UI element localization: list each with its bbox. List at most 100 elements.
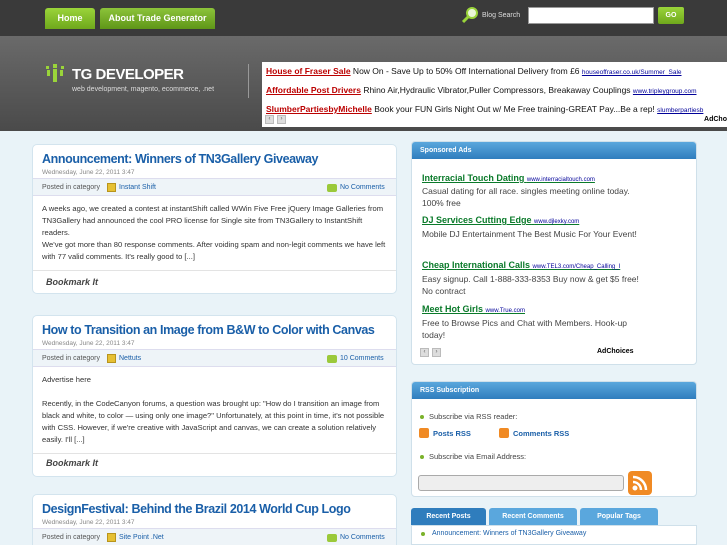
category-link[interactable]: Site Point .Net <box>119 534 164 541</box>
comments-link[interactable]: 10 Comments <box>340 355 384 362</box>
top-ad-3-url[interactable]: slumberpartiesb <box>657 107 703 114</box>
bookmark-link[interactable]: Bookmark It <box>46 458 98 468</box>
comment-icon <box>327 355 337 363</box>
sponsored-ad-desc: Casual dating for all race. singles meet… <box>422 186 630 208</box>
ad-prev-icon[interactable]: ‹ <box>420 348 429 357</box>
post-meta-label: Posted in category <box>42 534 100 541</box>
sponsored-ad-desc: Easy signup. Call 1-888-333-8353 Buy now… <box>422 274 639 296</box>
sponsored-ad-title-text[interactable]: DJ Services Cutting Edge <box>422 215 532 225</box>
top-ad-1: House of Fraser Sale Now On - Save Up to… <box>266 66 682 76</box>
top-ad-1-title[interactable]: House of Fraser Sale <box>266 66 351 76</box>
post-date: Wednesday, June 22, 2011 3:47 <box>42 519 135 526</box>
tab-recent-posts[interactable]: Recent Posts <box>411 508 486 525</box>
email-subscribe-text: Subscribe via Email Address: <box>429 452 527 461</box>
sponsored-ad-url[interactable]: www.interracialtouch.com <box>527 177 595 183</box>
nav-home-tab[interactable]: Home <box>45 8 95 29</box>
post-title[interactable]: How to Transition an Image from B&W to C… <box>42 323 375 337</box>
header-divider <box>248 64 249 98</box>
post-meta: Posted in category Site Point .Net No Co… <box>33 528 396 545</box>
rss-reader-text: Subscribe via RSS reader: <box>429 412 518 421</box>
comments-link[interactable]: No Comments <box>340 184 385 191</box>
top-ad-3-text: Book your FUN Girls Night Out w/ Me Free… <box>371 104 658 114</box>
logo-icon <box>46 64 64 82</box>
ad-next-icon[interactable]: › <box>277 115 286 124</box>
top-ad-2-url[interactable]: www.tripleygroup.com <box>633 88 697 95</box>
post-excerpt: Advertise here Recently, in the CodeCany… <box>42 375 385 444</box>
post-card: DesignFestival: Behind the Brazil 2014 W… <box>32 494 397 545</box>
sponsored-ad-title-text[interactable]: Meet Hot Girls <box>422 304 483 314</box>
rss-icon <box>499 428 509 438</box>
recent-post-link[interactable]: Announcement: Winners of TN3Gallery Give… <box>432 530 586 537</box>
rss-glyph-icon <box>632 475 648 491</box>
post-excerpt: A weeks ago, we created a contest at ins… <box>42 204 386 261</box>
sponsored-ad-url[interactable]: www.djlexky.com <box>534 219 579 225</box>
sponsored-ad-url[interactable]: www.True.com <box>486 308 525 314</box>
sponsored-ad-title[interactable]: Meet Hot Girls www.True.com <box>422 304 525 314</box>
sponsored-ad-title[interactable]: Interracial Touch Dating www.interracial… <box>422 173 595 183</box>
post-card: Announcement: Winners of TN3Gallery Give… <box>32 144 397 294</box>
folder-icon <box>107 183 116 192</box>
top-ad-2-text: Rhino Air,Hydraulic Vibrator,Puller Comp… <box>360 85 633 95</box>
top-ad-3: SlumberPartiesbyMichelle Book your FUN G… <box>266 104 703 114</box>
post-divider <box>33 270 396 271</box>
sponsored-ads-box: Sponsored Ads Interracial Touch Dating w… <box>411 141 697 365</box>
comment-icon <box>327 534 337 542</box>
post-title[interactable]: DesignFestival: Behind the Brazil 2014 W… <box>42 502 351 516</box>
top-ad-2: Affordable Post Drivers Rhino Air,Hydrau… <box>266 85 697 95</box>
top-ad-banner: House of Fraser Sale Now On - Save Up to… <box>262 62 727 127</box>
post-meta: Posted in category Nettuts 10 Comments <box>33 349 396 367</box>
search-label: Blog Search <box>482 12 521 19</box>
ad-next-icon[interactable]: › <box>432 348 441 357</box>
post-meta-label: Posted in category <box>42 184 100 191</box>
rss-icon <box>419 428 429 438</box>
rss-heading: RSS Subscription <box>412 382 696 399</box>
top-ad-1-url[interactable]: houseoffraser.co.uk/Summer_Sale <box>582 69 682 76</box>
ad-prev-icon[interactable]: ‹ <box>265 115 274 124</box>
bullet-icon <box>420 415 424 419</box>
comment-icon <box>327 184 337 192</box>
search-input[interactable] <box>528 7 654 24</box>
post-meta: Posted in category Instant Shift No Comm… <box>33 178 396 196</box>
site-tagline: web development, magento, ecommerce, .ne… <box>72 86 215 93</box>
comments-rss-link[interactable]: Comments RSS <box>513 429 569 438</box>
tab-popular-tags[interactable]: Popular Tags <box>580 508 658 525</box>
sponsored-ad-title-text[interactable]: Interracial Touch Dating <box>422 173 524 183</box>
adchoices-label[interactable]: AdChoices <box>597 348 634 355</box>
rss-subscribe-icon[interactable] <box>628 471 652 495</box>
tab-recent-comments[interactable]: Recent Comments <box>489 508 577 525</box>
sponsored-ad-desc: Free to Browse Pics and Chat with Member… <box>422 318 628 340</box>
top-ad-1-text: Now On - Save Up to 50% Off Internationa… <box>350 66 582 76</box>
sponsored-ad-title[interactable]: Cheap International Calls www.TEL3.com/C… <box>422 260 620 270</box>
comments-link[interactable]: No Comments <box>340 534 385 541</box>
sponsored-ad-desc: Mobile DJ Entertainment The Best Music F… <box>422 229 637 239</box>
post-title[interactable]: Announcement: Winners of TN3Gallery Give… <box>42 152 319 166</box>
post-date: Wednesday, June 22, 2011 3:47 <box>42 340 135 347</box>
adchoices-label[interactable]: AdCho <box>704 116 727 123</box>
top-ad-3-title[interactable]: SlumberPartiesbyMichelle <box>266 104 372 114</box>
tabs-panel: Announcement: Winners of TN3Gallery Give… <box>411 525 697 545</box>
rss-subscription-box: RSS Subscription Subscribe via RSS reade… <box>411 381 697 497</box>
category-link[interactable]: Instant Shift <box>119 184 156 191</box>
top-bar: Home About Trade Generator Blog Search G… <box>0 0 727 36</box>
search-icon <box>461 7 478 24</box>
posts-rss-link[interactable]: Posts RSS <box>433 429 471 438</box>
folder-icon <box>107 533 116 542</box>
category-link[interactable]: Nettuts <box>119 355 141 362</box>
folder-icon <box>107 354 116 363</box>
post-card: How to Transition an Image from B&W to C… <box>32 315 397 477</box>
sponsored-ads-heading: Sponsored Ads <box>412 142 696 159</box>
top-ad-2-title[interactable]: Affordable Post Drivers <box>266 85 361 95</box>
site-title[interactable]: TG DEVELOPER <box>72 66 184 83</box>
post-meta-label: Posted in category <box>42 355 100 362</box>
bullet-icon <box>421 532 425 536</box>
post-date: Wednesday, June 22, 2011 3:47 <box>42 169 135 176</box>
email-field[interactable] <box>418 475 624 491</box>
sponsored-ad-title-text[interactable]: Cheap International Calls <box>422 260 530 270</box>
nav-about-tab[interactable]: About Trade Generator <box>100 8 215 29</box>
bookmark-link[interactable]: Bookmark It <box>46 277 98 287</box>
bullet-icon <box>420 455 424 459</box>
post-divider <box>33 453 396 454</box>
search-go-button[interactable]: GO <box>658 7 684 24</box>
sponsored-ad-url[interactable]: www.TEL3.com/Cheap_Calling_I <box>533 264 621 270</box>
sponsored-ad-title[interactable]: DJ Services Cutting Edge www.djlexky.com <box>422 215 579 225</box>
